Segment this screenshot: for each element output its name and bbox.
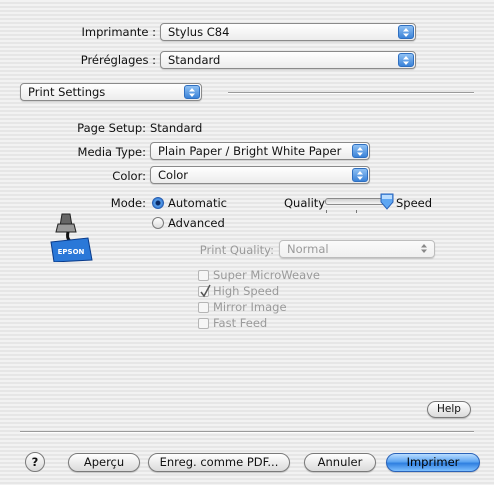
color-popup[interactable]: Color (150, 166, 370, 184)
popup-arrows-icon (352, 168, 368, 182)
media-type-value: Plain Paper / Bright White Paper (158, 144, 342, 158)
print-quality-popup[interactable]: Normal (279, 240, 435, 258)
color-value: Color (158, 168, 189, 182)
slider-tick (326, 210, 327, 213)
mode-advanced-radio[interactable] (152, 217, 164, 229)
mode-automatic-radio[interactable] (152, 197, 164, 209)
fast-feed-checkbox[interactable] (198, 318, 209, 329)
checkmark-icon (200, 284, 211, 298)
panel-divider (228, 92, 474, 94)
high-speed-checkbox[interactable] (198, 284, 211, 298)
svg-text:EPSON: EPSON (58, 248, 85, 256)
presets-popup[interactable]: Standard (160, 51, 416, 69)
quality-label: Quality (284, 196, 326, 210)
help-question-icon[interactable]: ? (25, 452, 45, 472)
mode-advanced-label[interactable]: Advanced (168, 216, 225, 230)
save-pdf-button[interactable]: Enreg. comme PDF... (148, 453, 290, 472)
high-speed-label: High Speed (213, 284, 280, 298)
presets-label: Préréglages : (80, 53, 156, 67)
media-type-popup[interactable]: Plain Paper / Bright White Paper (150, 142, 370, 160)
media-type-label: Media Type: (77, 145, 146, 159)
help-button[interactable]: Help (427, 401, 471, 418)
cancel-button[interactable]: Annuler (304, 453, 376, 472)
mode-automatic-label[interactable]: Automatic (168, 196, 227, 210)
print-quality-label: Print Quality: (199, 243, 274, 257)
popup-arrows-icon (352, 144, 368, 158)
footer-divider (20, 431, 474, 433)
printer-label: Imprimante : (81, 25, 156, 39)
panel-value: Print Settings (28, 85, 106, 99)
mode-label: Mode: (110, 196, 146, 210)
epson-printer-icon: EPSON (48, 212, 94, 265)
panel-popup[interactable]: Print Settings (20, 83, 202, 101)
print-button[interactable]: Imprimer (386, 453, 480, 472)
speed-label: Speed (396, 196, 433, 210)
mirror-image-checkbox[interactable] (198, 302, 209, 313)
print-quality-value: Normal (287, 242, 329, 256)
slider-tick (356, 210, 357, 213)
popup-arrows-icon (417, 242, 433, 256)
popup-arrows-icon (398, 53, 414, 67)
slider-thumb[interactable] (379, 193, 395, 214)
page-setup-label: Page Setup: (77, 121, 146, 135)
popup-arrows-icon (184, 85, 200, 99)
page-setup-value: Standard (150, 121, 203, 135)
color-label: Color: (112, 169, 146, 183)
super-microweave-checkbox[interactable] (198, 270, 209, 281)
presets-value: Standard (168, 53, 221, 67)
mirror-image-label: Mirror Image (213, 300, 287, 314)
fast-feed-label: Fast Feed (213, 316, 268, 330)
popup-arrows-icon (398, 25, 414, 39)
printer-popup[interactable]: Stylus C84 (160, 23, 416, 41)
printer-value: Stylus C84 (168, 25, 230, 39)
super-microweave-label: Super MicroWeave (213, 268, 320, 282)
preview-button[interactable]: Aperçu (68, 453, 140, 472)
